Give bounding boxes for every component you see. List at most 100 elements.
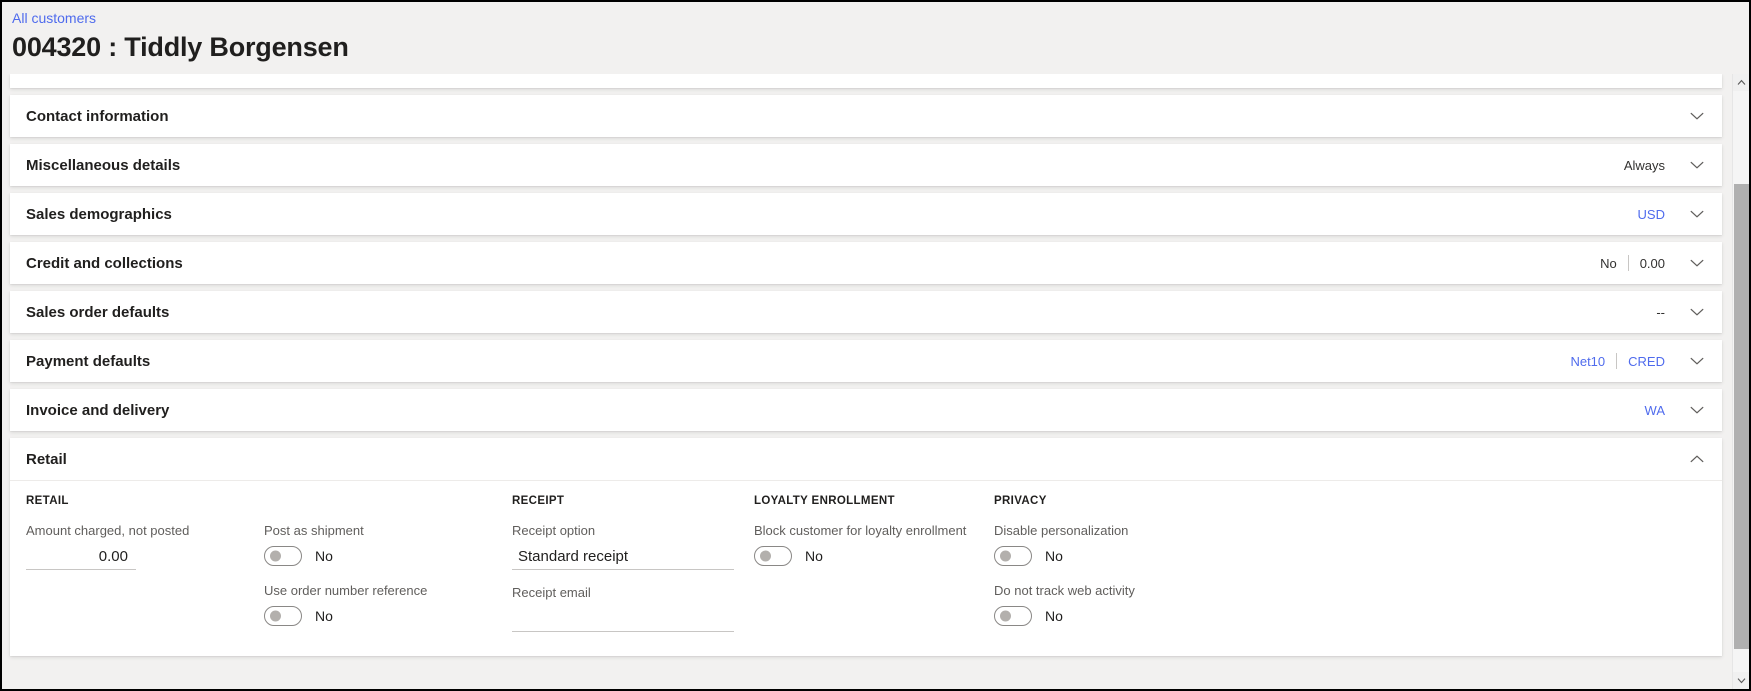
section-summary-value: -- [1656, 304, 1665, 320]
toggle-switch[interactable] [994, 546, 1032, 566]
toggle-switch[interactable] [994, 606, 1032, 626]
section-summary-value: 0.00 [1639, 255, 1665, 271]
chevron-down-icon[interactable] [1686, 350, 1708, 372]
field-label: Receipt option [512, 523, 596, 538]
section-header-sales-order-defaults[interactable]: Sales order defaults -- [10, 291, 1722, 333]
scroll-down-arrow-icon[interactable] [1732, 672, 1749, 689]
field-label: Receipt email [512, 585, 591, 600]
chevron-down-icon[interactable] [1686, 105, 1708, 127]
section-summary-value[interactable]: Net10 [1559, 354, 1616, 369]
section-header-sales-demographics[interactable]: Sales demographics USD [10, 193, 1722, 235]
toggle-switch[interactable] [754, 546, 792, 566]
section-summary-value[interactable]: WA [1634, 403, 1676, 418]
toggle-knob [270, 550, 281, 562]
toggle-knob [1000, 610, 1011, 622]
section-title: Miscellaneous details [26, 156, 181, 174]
chevron-down-icon[interactable] [1686, 399, 1708, 421]
section-card: Credit and collections No 0.00 [10, 242, 1722, 284]
field-column: Post as shipment No Use order number refer… [264, 495, 512, 646]
toggle-row: No [994, 604, 1234, 628]
section-header-retail[interactable]: Retail [10, 438, 1722, 480]
toggle-value: No [805, 548, 823, 564]
field-label: Post as shipment [264, 523, 364, 538]
section-title: Payment defaults [26, 352, 151, 370]
section-header-miscellaneous-details[interactable]: Miscellaneous details Always [10, 144, 1722, 186]
toggle-value: No [1045, 608, 1063, 624]
scrollbar-thumb[interactable] [1733, 183, 1749, 649]
section-summary-value[interactable]: USD [1627, 207, 1676, 222]
section-summary: Always [1613, 158, 1676, 173]
form-field: Use order number reference No [264, 582, 492, 628]
field-label: Block customer for loyalty enrollment [754, 523, 967, 538]
chevron-up-icon[interactable] [1686, 448, 1708, 470]
customer-details-window: All customers 004320 : Tiddly Borgensen … [0, 0, 1751, 691]
section-card: Invoice and delivery WA [10, 389, 1722, 431]
toggle-switch[interactable] [264, 606, 302, 626]
section-card: Payment defaults Net10 CRED [10, 340, 1722, 382]
section-title: Credit and collections [26, 254, 183, 272]
group-heading: LOYALTY ENROLLMENT [754, 495, 895, 507]
toggle-value: No [315, 548, 333, 564]
section-summary-value: No [1600, 255, 1617, 271]
section-card: Sales demographics USD [10, 193, 1722, 235]
section-title: Sales demographics [26, 205, 172, 223]
group-heading: PRIVACY [994, 495, 1047, 507]
page-title: 004320 : Tiddly Borgensen [12, 32, 349, 62]
toggle-value: No [315, 608, 333, 624]
page-header: All customers 004320 : Tiddly Borgensen [2, 2, 1749, 74]
section-card: Sales order defaults -- [10, 291, 1722, 333]
chevron-down-icon[interactable] [1686, 301, 1708, 323]
toggle-switch[interactable] [264, 546, 302, 566]
section-summary: WA [1634, 403, 1676, 418]
form-field: Do not track web activity No [994, 582, 1234, 628]
section-summary: Net10 CRED [1559, 353, 1676, 369]
text-input[interactable] [26, 544, 136, 570]
field-label: Disable personalization [994, 523, 1129, 538]
field-column: PRIVACY Disable personalization No Do not t… [994, 495, 1254, 646]
form-field: Post as shipment No [264, 522, 492, 568]
section-summary: No 0.00 [1589, 255, 1676, 271]
toggle-value: No [1045, 548, 1063, 564]
section-summary-value: Always [1623, 157, 1665, 173]
section-header-credit-and-collections[interactable]: Credit and collections No 0.00 [10, 242, 1722, 284]
breadcrumb-all-customers[interactable]: All customers [12, 8, 1749, 28]
section-title: Invoice and delivery [26, 401, 170, 419]
chevron-down-icon[interactable] [1686, 154, 1708, 176]
section-title: Contact information [26, 107, 169, 125]
content-area: Contact information Miscellaneous details… [2, 74, 1749, 689]
chevron-down-icon[interactable] [1686, 252, 1708, 274]
toggle-knob [1000, 550, 1011, 562]
section-card: Retail RETAIL Amount charged, not posted P… [10, 438, 1722, 656]
form-field: Block customer for loyalty enrollment No [754, 522, 974, 568]
section-summary: USD [1627, 207, 1676, 222]
toggle-row: No [264, 544, 492, 568]
field-label: Do not track web activity [994, 583, 1135, 598]
toggle-row: No [994, 544, 1234, 568]
section-summary-value[interactable]: CRED [1617, 354, 1676, 369]
section-title: Sales order defaults [26, 303, 170, 321]
group-heading: RETAIL [26, 495, 69, 507]
text-input[interactable] [512, 544, 734, 570]
section-header-contact-information[interactable]: Contact information [10, 95, 1722, 137]
toggle-knob [270, 610, 281, 622]
section-header-payment-defaults[interactable]: Payment defaults Net10 CRED [10, 340, 1722, 382]
chevron-down-icon[interactable] [1686, 203, 1708, 225]
group-heading: RECEIPT [512, 495, 565, 507]
field-column: LOYALTY ENROLLMENT Block customer for loy… [754, 495, 994, 646]
section-title: Retail [26, 450, 67, 468]
vertical-scrollbar[interactable] [1732, 74, 1749, 689]
section-card: Contact information [10, 95, 1722, 137]
retail-section-body: RETAIL Amount charged, not posted Post as… [10, 480, 1722, 656]
scrollbar-track[interactable] [1732, 91, 1749, 672]
form-field: Disable personalization No [994, 522, 1234, 568]
section-card: Miscellaneous details Always [10, 144, 1722, 186]
scroll-up-arrow-icon[interactable] [1732, 74, 1749, 91]
form-field: Receipt email [512, 584, 734, 632]
toggle-row: No [264, 604, 492, 628]
text-input[interactable] [512, 606, 734, 632]
sections-list: Contact information Miscellaneous details… [2, 74, 1732, 689]
partial-section-card-above [10, 74, 1722, 88]
toggle-knob [760, 550, 771, 562]
section-header-invoice-and-delivery[interactable]: Invoice and delivery WA [10, 389, 1722, 431]
form-field: Amount charged, not posted [26, 522, 244, 570]
